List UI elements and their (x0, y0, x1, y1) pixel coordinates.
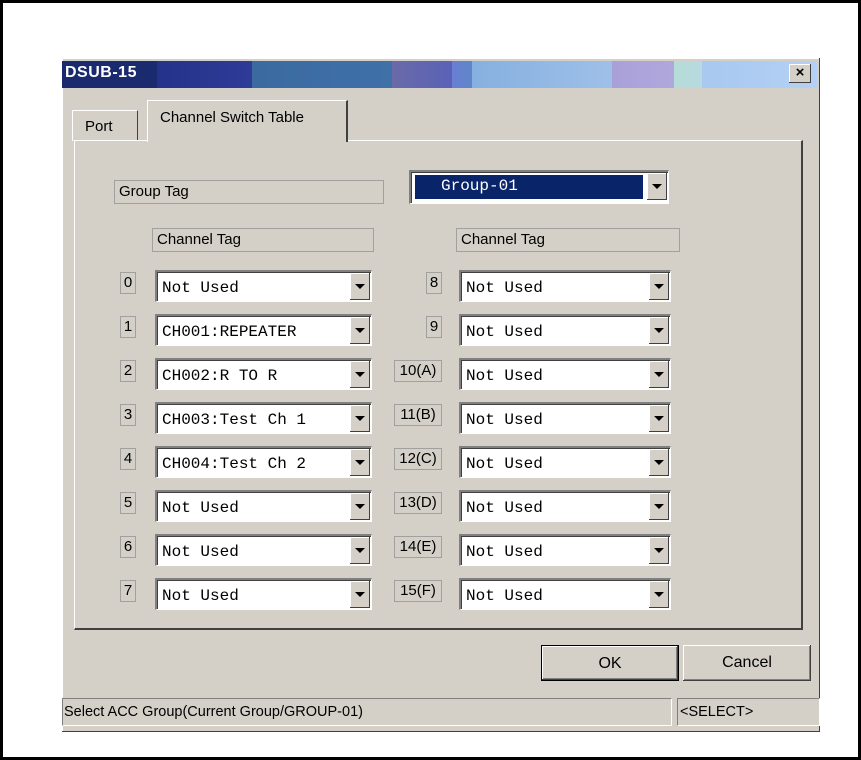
channel-index-1: 1 (120, 316, 136, 338)
channel-index-13d: 13(D) (394, 492, 442, 514)
channel-dropdown-3[interactable]: CH003:Test Ch 1 (155, 402, 372, 434)
channel-dropdown-5[interactable]: Not Used (155, 490, 372, 522)
cancel-button[interactable]: Cancel (683, 645, 811, 681)
channel-value: Not Used (466, 323, 543, 341)
title-bar[interactable]: DSUB-15 × (62, 61, 817, 88)
dropdown-arrow-icon[interactable] (649, 493, 669, 520)
close-icon[interactable]: × (789, 64, 811, 83)
channel-index-8: 8 (426, 272, 442, 294)
channel-value: CH003:Test Ch 1 (162, 411, 307, 429)
channel-value: Not Used (466, 455, 543, 473)
dropdown-arrow-icon[interactable] (649, 449, 669, 476)
channel-dropdown-9[interactable]: Not Used (459, 314, 671, 346)
channel-dropdown-12c[interactable]: Not Used (459, 446, 671, 478)
group-tag-dropdown[interactable]: Group-01 (409, 170, 669, 204)
channel-value: CH004:Test Ch 2 (162, 455, 307, 473)
channel-value: CH001:REPEATER (162, 323, 297, 341)
channel-value: Not Used (162, 279, 239, 297)
channel-index-3: 3 (120, 404, 136, 426)
channel-index-12c: 12(C) (394, 448, 442, 470)
channel-tag-header-left: Channel Tag (152, 228, 374, 252)
window-title: DSUB-15 (65, 64, 137, 81)
channel-dropdown-7[interactable]: Not Used (155, 578, 372, 610)
group-tag-value: Group-01 (441, 177, 518, 195)
channel-dropdown-13d[interactable]: Not Used (459, 490, 671, 522)
channel-value: Not Used (466, 367, 543, 385)
channel-dropdown-11b[interactable]: Not Used (459, 402, 671, 434)
status-message: Select ACC Group(Current Group/GROUP-01) (62, 698, 672, 726)
dropdown-arrow-icon[interactable] (649, 317, 669, 344)
channel-index-7: 7 (120, 580, 136, 602)
dropdown-arrow-icon[interactable] (350, 273, 370, 300)
channel-index-11b: 11(B) (394, 404, 442, 426)
channel-value: Not Used (466, 543, 543, 561)
channel-index-15f: 15(F) (394, 580, 442, 602)
channel-index-6: 6 (120, 536, 136, 558)
dropdown-arrow-icon[interactable] (350, 317, 370, 344)
ok-button[interactable]: OK (541, 645, 679, 681)
dropdown-arrow-icon[interactable] (350, 449, 370, 476)
channel-index-10a: 10(A) (394, 360, 442, 382)
channel-dropdown-0[interactable]: Not Used (155, 270, 372, 302)
channel-index-0: 0 (120, 272, 136, 294)
tab-channel-switch-table[interactable]: Channel Switch Table (147, 100, 348, 142)
channel-value: Not Used (162, 543, 239, 561)
channel-index-14e: 14(E) (394, 536, 442, 558)
dropdown-arrow-icon[interactable] (350, 361, 370, 388)
dropdown-arrow-icon[interactable] (649, 581, 669, 608)
dropdown-arrow-icon[interactable] (350, 493, 370, 520)
tab-port[interactable]: Port (72, 110, 138, 141)
channel-dropdown-2[interactable]: CH002:R TO R (155, 358, 372, 390)
channel-value: Not Used (466, 499, 543, 517)
channel-dropdown-1[interactable]: CH001:REPEATER (155, 314, 372, 346)
dropdown-arrow-icon[interactable] (649, 361, 669, 388)
dropdown-arrow-icon[interactable] (350, 581, 370, 608)
dropdown-arrow-icon[interactable] (649, 273, 669, 300)
channel-tag-header-right: Channel Tag (456, 228, 680, 252)
channel-value: Not Used (162, 499, 239, 517)
channel-dropdown-15f[interactable]: Not Used (459, 578, 671, 610)
dropdown-arrow-icon[interactable] (350, 537, 370, 564)
status-mode: <SELECT> (677, 698, 820, 726)
tab-port-label: Port (85, 118, 113, 135)
channel-dropdown-4[interactable]: CH004:Test Ch 2 (155, 446, 372, 478)
tab-channel-switch-table-label: Channel Switch Table (160, 109, 304, 126)
channel-value: Not Used (466, 411, 543, 429)
channel-value: CH002:R TO R (162, 367, 278, 385)
channel-index-4: 4 (120, 448, 136, 470)
channel-index-9: 9 (426, 316, 442, 338)
channel-dropdown-8[interactable]: Not Used (459, 270, 671, 302)
channel-value: Not Used (162, 587, 239, 605)
dropdown-arrow-icon[interactable] (350, 405, 370, 432)
channel-value: Not Used (466, 279, 543, 297)
dropdown-arrow-icon[interactable] (649, 405, 669, 432)
channel-dropdown-10a[interactable]: Not Used (459, 358, 671, 390)
dropdown-arrow-icon[interactable] (649, 537, 669, 564)
channel-value: Not Used (466, 587, 543, 605)
channel-index-5: 5 (120, 492, 136, 514)
group-tag-label: Group Tag (114, 180, 384, 204)
channel-dropdown-6[interactable]: Not Used (155, 534, 372, 566)
channel-index-2: 2 (120, 360, 136, 382)
channel-dropdown-14e[interactable]: Not Used (459, 534, 671, 566)
dropdown-arrow-icon[interactable] (647, 173, 667, 200)
